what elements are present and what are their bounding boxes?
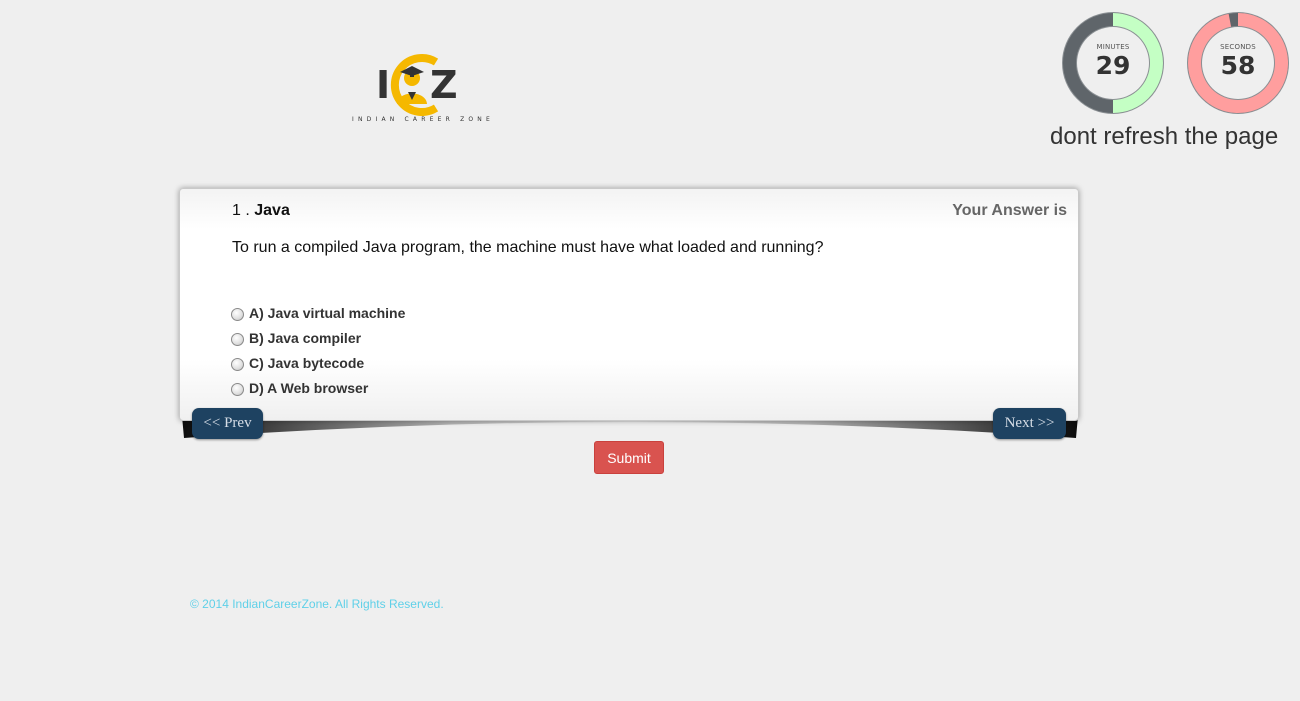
option-a-label[interactable]: A) Java virtual machine (249, 305, 405, 321)
option-b-label[interactable]: B) Java compiler (249, 330, 361, 346)
option-d[interactable]: D) A Web browser (231, 375, 405, 400)
option-a-radio[interactable] (231, 308, 244, 321)
option-c-radio[interactable] (231, 358, 244, 371)
seconds-value: 58 (1220, 51, 1256, 80)
logo-letter-z: Z (430, 63, 458, 107)
logo-letter-i: I (376, 63, 390, 107)
minutes-timer: MINUTES 29 (1061, 11, 1165, 115)
minutes-value: 29 (1095, 51, 1131, 80)
seconds-timer: SECONDS 58 (1186, 11, 1290, 115)
minutes-label: MINUTES (1096, 43, 1130, 51)
question-header: 1 . Java (232, 202, 290, 220)
logo: I Z INDIAN CAREER ZONE (350, 50, 492, 128)
refresh-warning: dont refresh the page (1050, 123, 1279, 150)
answer-status: Your Answer is (952, 202, 1067, 219)
quiz-page: I Z INDIAN CAREER ZONE MINUTES 29 SECOND… (0, 0, 1300, 701)
answer-options: A) Java virtual machine B) Java compiler… (231, 300, 405, 400)
option-c-label[interactable]: C) Java bytecode (249, 355, 364, 371)
footer-copyright: © 2014 IndianCareerZone. All Rights Rese… (190, 597, 444, 611)
option-d-label[interactable]: D) A Web browser (249, 380, 368, 396)
option-a[interactable]: A) Java virtual machine (231, 300, 405, 325)
question-text: To run a compiled Java program, the mach… (232, 239, 824, 256)
submit-button[interactable]: Submit (594, 441, 664, 474)
logo-tagline: INDIAN CAREER ZONE (352, 116, 494, 123)
prev-button[interactable]: << Prev (192, 408, 263, 439)
question-number: 1 . (232, 202, 250, 219)
question-subject: Java (254, 202, 290, 219)
option-b-radio[interactable] (231, 333, 244, 346)
question-card: 1 . Java Your Answer is To run a compile… (179, 188, 1079, 421)
graduate-logo-icon: I Z (376, 54, 458, 116)
next-button[interactable]: Next >> (993, 408, 1066, 439)
option-c[interactable]: C) Java bytecode (231, 350, 405, 375)
option-b[interactable]: B) Java compiler (231, 325, 405, 350)
option-d-radio[interactable] (231, 383, 244, 396)
seconds-label: SECONDS (1220, 43, 1256, 51)
